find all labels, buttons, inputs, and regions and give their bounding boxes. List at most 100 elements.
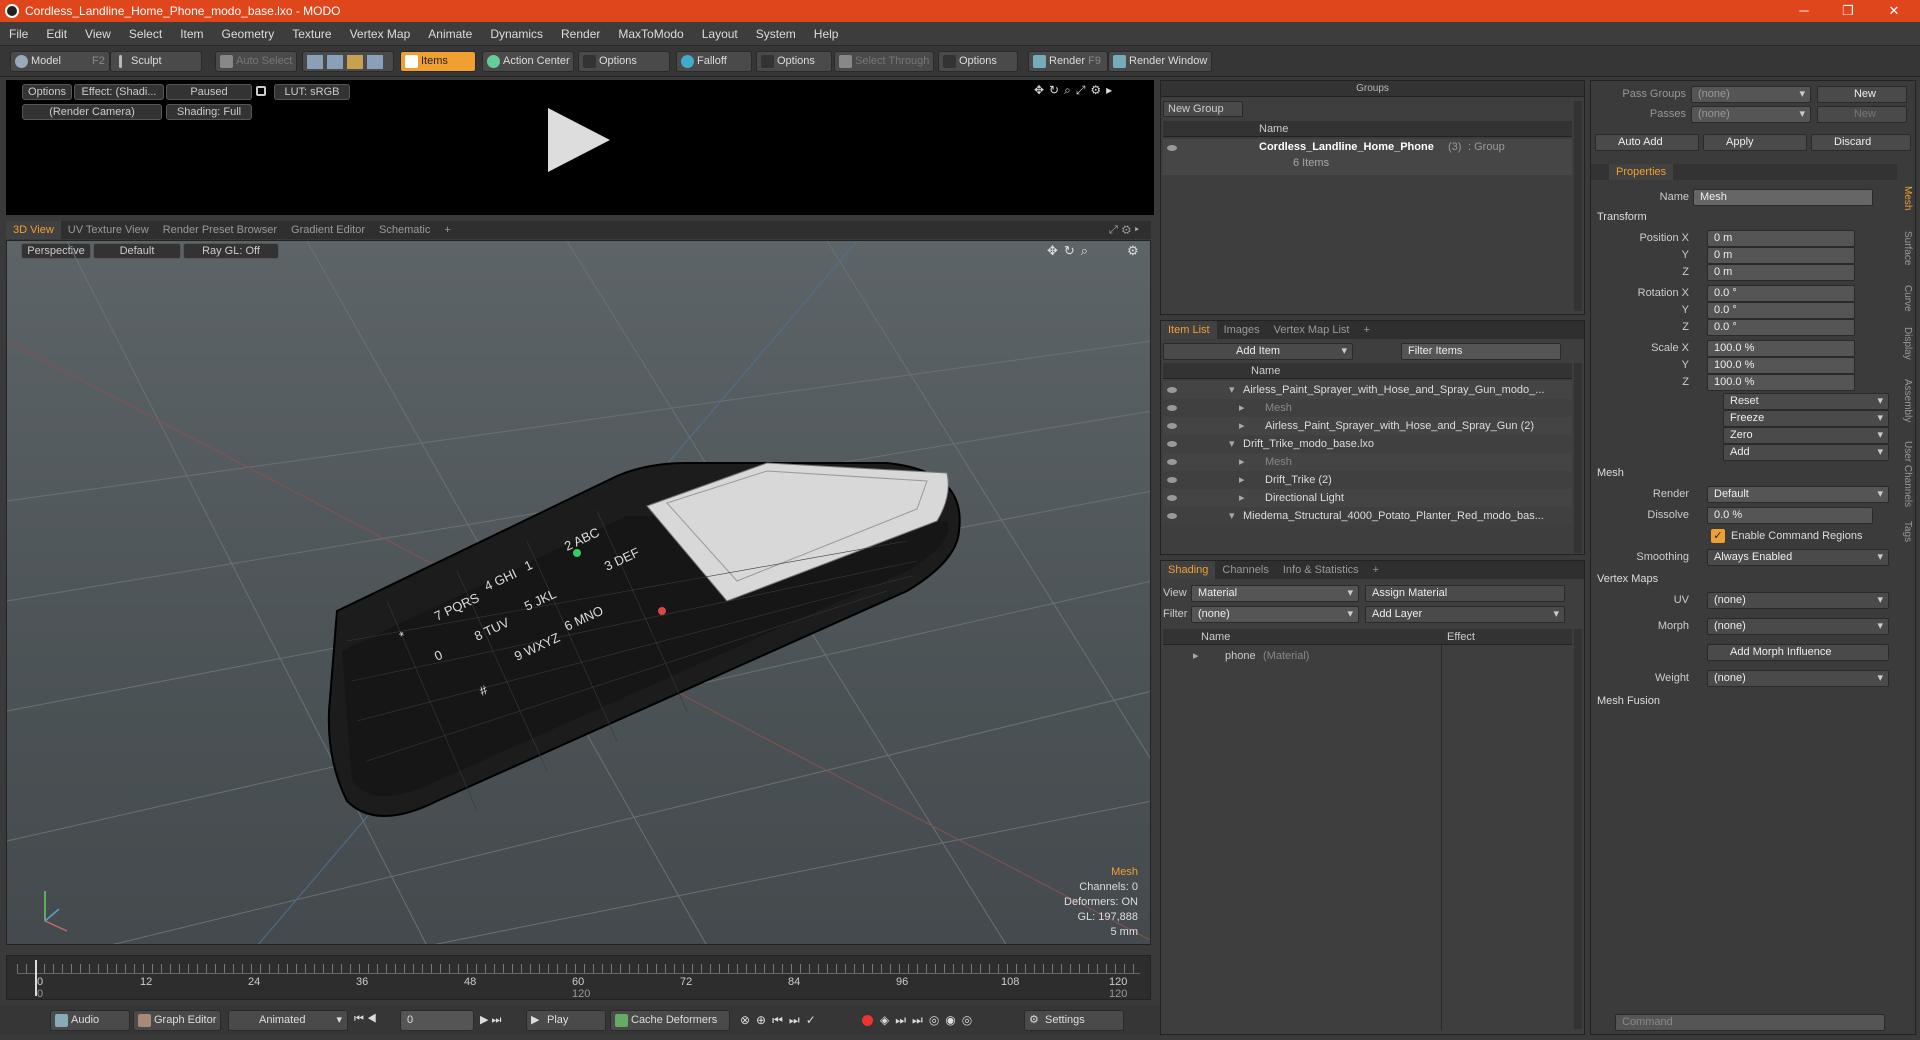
vertex-maps-section[interactable]: Vertex Maps xyxy=(1597,571,1658,587)
tab-render-preset-browser[interactable]: Render Preset Browser xyxy=(156,221,284,239)
dissolve-field[interactable]: 0.0 % xyxy=(1707,507,1873,524)
filter-dropdown[interactable]: (none) xyxy=(1191,606,1359,623)
expand-arrow-icon[interactable]: ▸ xyxy=(1239,471,1245,489)
item-list-row[interactable]: ▸ Airless_Paint_Sprayer_with_Hose_and_Spr… xyxy=(1163,417,1572,435)
key-tools-icons[interactable]: ⊗⊕⏮⏭✓ xyxy=(740,1013,822,1028)
audio-button[interactable]: Audio xyxy=(50,1010,130,1031)
transform-section[interactable]: Transform xyxy=(1597,209,1647,225)
item-list-row[interactable]: ▾ Miedema_Structural_4000_Potato_Planter_… xyxy=(1163,507,1572,525)
side-tab-surface[interactable]: Surface xyxy=(1897,231,1913,265)
tab-item-list[interactable]: Item List xyxy=(1161,321,1217,339)
items-mode-button[interactable]: Items xyxy=(400,51,476,72)
weight-dropdown[interactable]: (none) xyxy=(1707,670,1889,687)
action-center-button[interactable]: Action Center xyxy=(482,51,574,72)
play-preview-icon[interactable] xyxy=(548,108,610,172)
materials-mode-icon[interactable] xyxy=(367,55,383,69)
menu-edit[interactable]: Edit xyxy=(37,27,76,41)
menu-item[interactable]: Item xyxy=(171,27,212,41)
scale-z-field[interactable]: 100.0 % xyxy=(1707,374,1855,391)
side-tab-curve[interactable]: Curve xyxy=(1897,285,1913,312)
item-list-row[interactable]: ▸ Drift_Trike (2) xyxy=(1163,471,1572,489)
tab-images[interactable]: Images xyxy=(1217,321,1267,339)
falloff-options-button[interactable]: Options xyxy=(756,51,832,72)
item-list-row[interactable]: ▸ Directional Light xyxy=(1163,489,1572,507)
freeze-dropdown[interactable]: Freeze xyxy=(1723,410,1889,427)
add-tab-button[interactable]: + xyxy=(1366,561,1386,579)
action-center-options-button[interactable]: Options xyxy=(578,51,670,72)
menu-render[interactable]: Render xyxy=(552,27,609,41)
reset-dropdown[interactable]: Reset xyxy=(1723,393,1889,410)
visibility-eye-icon[interactable] xyxy=(1167,477,1177,483)
menu-file[interactable]: File xyxy=(0,27,37,41)
new-pass-group-button[interactable]: New xyxy=(1817,86,1907,103)
tab-shading[interactable]: Shading xyxy=(1161,561,1216,579)
position-z-field[interactable]: 0 m xyxy=(1707,264,1855,281)
falloff-button[interactable]: Falloff xyxy=(676,51,752,72)
menu-layout[interactable]: Layout xyxy=(693,27,747,41)
side-tab-user-channels[interactable]: User Channels xyxy=(1897,441,1913,507)
render-preview[interactable]: Options Effect: (Shadi... Paused LUT: sR… xyxy=(6,80,1154,215)
lut-dropdown[interactable]: LUT: sRGB xyxy=(274,84,350,100)
timeline-ruler[interactable] xyxy=(17,964,1140,974)
expand-arrow-icon[interactable]: ▾ xyxy=(1229,507,1235,525)
tab-uv-texture-view[interactable]: UV Texture View xyxy=(61,221,156,239)
sculpt-mode-button[interactable]: Sculpt xyxy=(110,51,202,72)
side-tab-assembly[interactable]: Assembly xyxy=(1897,379,1913,422)
viewport-corner-icons[interactable]: ⤢⚙▸ xyxy=(1109,224,1143,237)
cache-deformers-button[interactable]: Cache Deformers xyxy=(610,1010,730,1031)
groups-scrollbar[interactable] xyxy=(1574,101,1582,311)
mesh-section[interactable]: Mesh xyxy=(1597,465,1624,481)
uv-dropdown[interactable]: (none) xyxy=(1707,592,1889,609)
visibility-eye-icon[interactable] xyxy=(1167,387,1177,393)
add-dropdown[interactable]: Add xyxy=(1723,444,1889,461)
select-options-button[interactable]: Options xyxy=(938,51,1018,72)
expand-arrow-icon[interactable]: ▸ xyxy=(1239,453,1245,471)
morph-dropdown[interactable]: (none) xyxy=(1707,618,1889,635)
effect-dropdown[interactable]: Effect: (Shadi... xyxy=(74,84,164,100)
graph-editor-button[interactable]: Graph Editor xyxy=(133,1010,221,1031)
auto-add-button[interactable]: Auto Add xyxy=(1595,134,1699,151)
frame-step-back-icons[interactable]: ⏮◀ xyxy=(354,1013,380,1026)
vertices-mode-icon[interactable] xyxy=(307,55,323,69)
item-list-row[interactable]: ▸ Mesh xyxy=(1163,399,1572,417)
visibility-eye-icon[interactable] xyxy=(1167,423,1177,429)
material-row[interactable]: ▸ phone (Material) xyxy=(1163,647,1572,665)
visibility-eye-icon[interactable] xyxy=(1167,495,1177,501)
menu-dynamics[interactable]: Dynamics xyxy=(481,27,552,41)
add-tab-button[interactable]: + xyxy=(1356,321,1376,339)
frame-step-forward-icons[interactable]: ▶⏭ xyxy=(480,1013,504,1027)
menu-select[interactable]: Select xyxy=(120,27,171,41)
position-x-field[interactable]: 0 m xyxy=(1707,230,1855,247)
visibility-eye-icon[interactable] xyxy=(1167,441,1177,447)
shading-dropdown[interactable]: Shading: Full xyxy=(166,104,252,120)
rotation-y-field[interactable]: 0.0 ° xyxy=(1707,302,1855,319)
new-group-button[interactable]: New Group xyxy=(1163,101,1243,117)
play-button[interactable]: ▶ Play xyxy=(526,1010,606,1031)
rotation-x-field[interactable]: 0.0 ° xyxy=(1707,285,1855,302)
menu-animate[interactable]: Animate xyxy=(419,27,481,41)
tab-vertex-map-list[interactable]: Vertex Map List xyxy=(1267,321,1357,339)
close-button[interactable]: ✕ xyxy=(1872,0,1916,22)
shading-scrollbar[interactable] xyxy=(1574,629,1582,1029)
select-through-button[interactable]: Select Through xyxy=(834,51,934,72)
enable-command-regions-checkbox[interactable]: ✓ xyxy=(1711,529,1725,543)
expand-arrow-icon[interactable]: ▸ xyxy=(1239,399,1245,417)
menu-geometry[interactable]: Geometry xyxy=(213,27,284,41)
expand-arrow-icon[interactable]: ▾ xyxy=(1229,435,1235,453)
menu-system[interactable]: System xyxy=(747,27,805,41)
expand-arrow-icon[interactable]: ▾ xyxy=(1229,381,1235,399)
preview-nav-icons[interactable]: ✥↻⌕⤢⚙▸ xyxy=(1034,83,1117,98)
visibility-eye-icon[interactable] xyxy=(1167,405,1177,411)
mesh-fusion-section[interactable]: Mesh Fusion xyxy=(1597,693,1660,709)
position-y-field[interactable]: 0 m xyxy=(1707,247,1855,264)
passes-dropdown[interactable]: (none) xyxy=(1691,106,1811,123)
paused-button[interactable]: Paused xyxy=(166,84,252,100)
tab-gradient-editor[interactable]: Gradient Editor xyxy=(284,221,372,239)
timeline[interactable]: 0 12 24 36 48 60 72 84 96 108 120 0 120 … xyxy=(6,955,1151,1000)
current-frame-field[interactable]: 0 xyxy=(400,1010,474,1031)
group-row[interactable]: Cordless_Landline_Home_Phone (3) : Group… xyxy=(1163,139,1572,175)
scale-x-field[interactable]: 100.0 % xyxy=(1707,340,1855,357)
name-field[interactable]: Mesh xyxy=(1693,189,1873,206)
expand-arrow-icon[interactable]: ▸ xyxy=(1239,489,1245,507)
add-layer-dropdown[interactable]: Add Layer xyxy=(1365,606,1565,623)
